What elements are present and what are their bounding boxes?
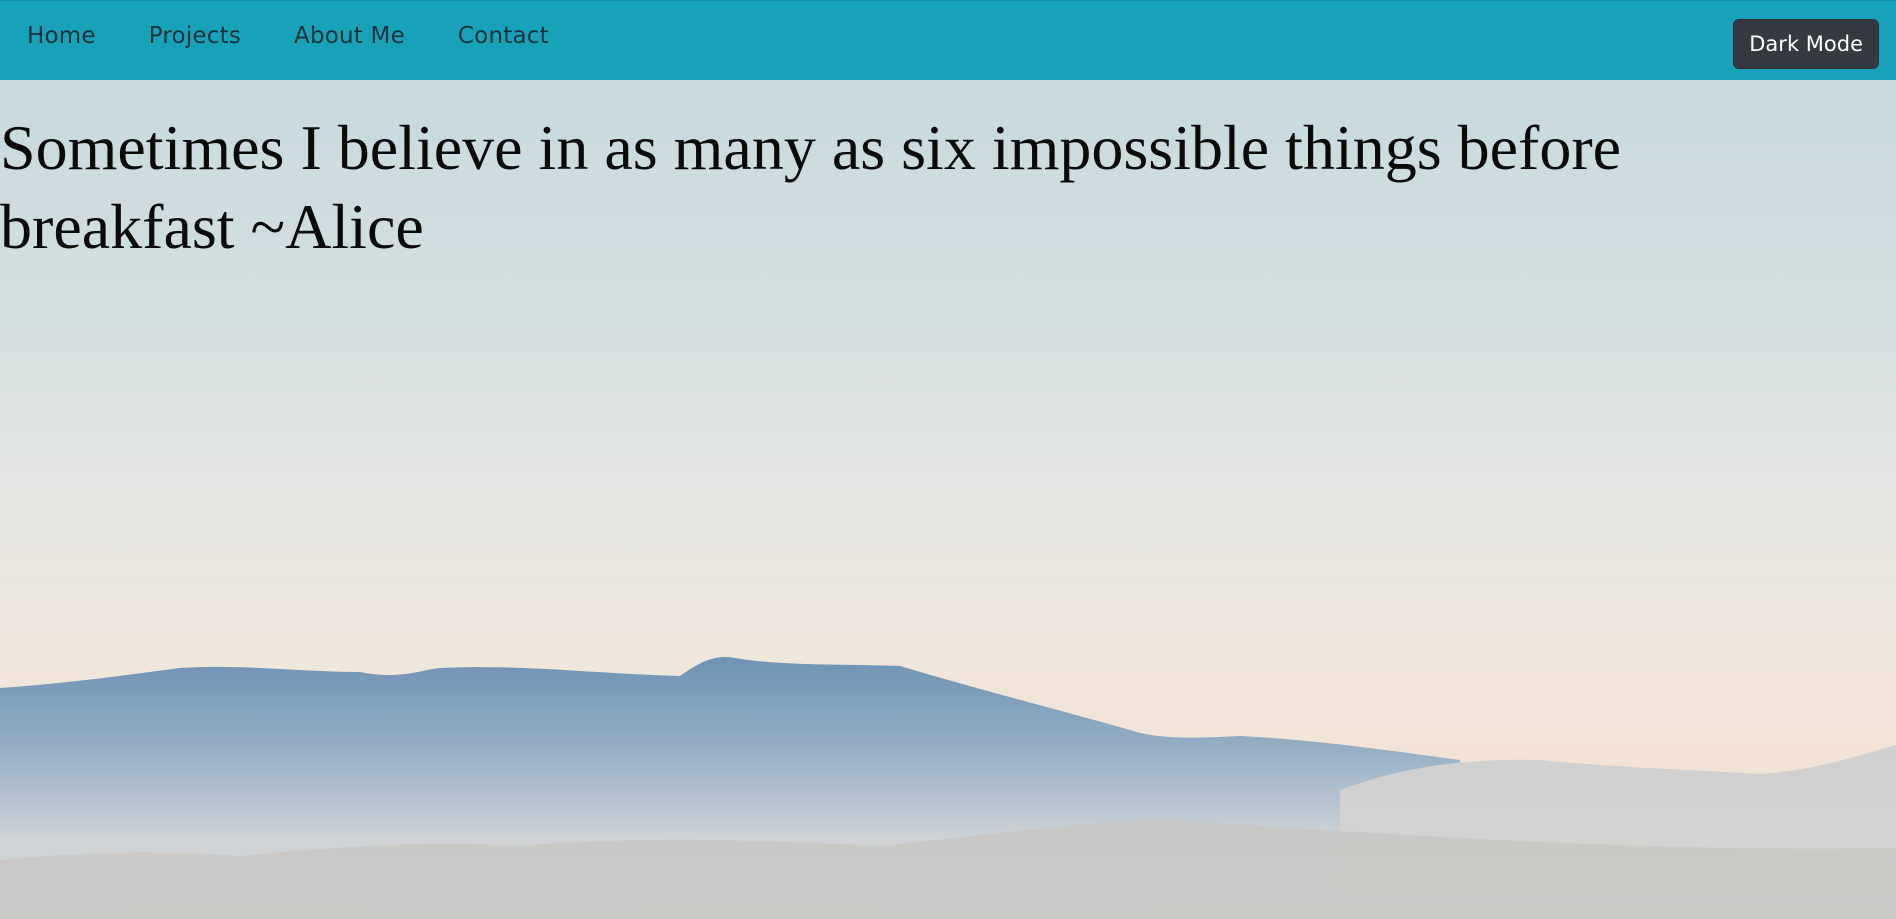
hero-quote: Sometimes I believe in as many as six im… bbox=[0, 112, 1622, 262]
dark-mode-button[interactable]: Dark Mode bbox=[1733, 19, 1879, 69]
nav-link-about-me[interactable]: About Me bbox=[294, 21, 405, 51]
top-navbar: Home Projects About Me Contact Dark Mode bbox=[0, 0, 1896, 80]
nav-link-contact[interactable]: Contact bbox=[458, 21, 549, 51]
nav-link-projects[interactable]: Projects bbox=[149, 21, 241, 51]
nav-link-home[interactable]: Home bbox=[27, 21, 96, 51]
nav-links: Home Projects About Me Contact bbox=[27, 21, 602, 51]
